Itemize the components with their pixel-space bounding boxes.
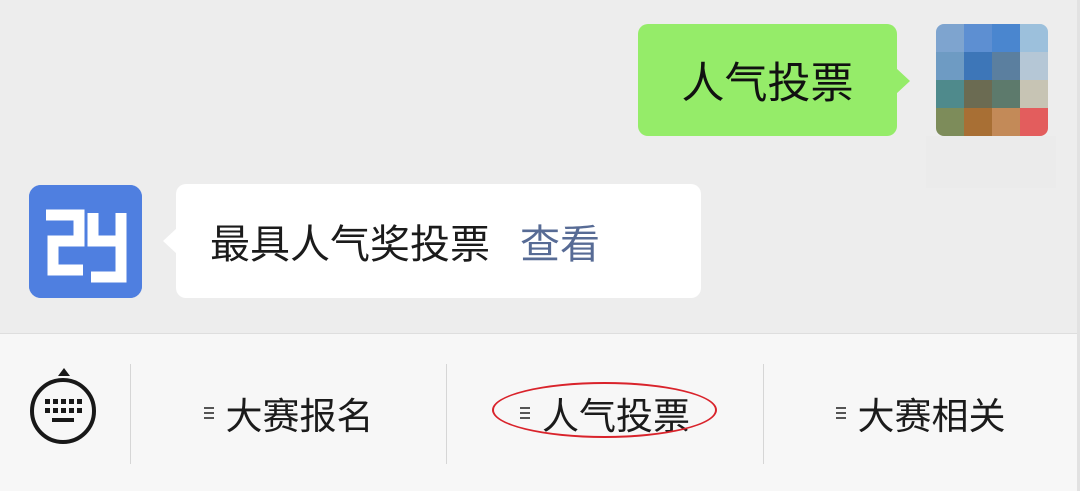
avatar-shadow bbox=[926, 136, 1056, 188]
menu-item-label: 大赛报名 bbox=[225, 395, 374, 438]
menu-item-label: 大赛相关 bbox=[857, 395, 1006, 438]
hamburger-icon bbox=[835, 407, 846, 419]
brand-logo-icon bbox=[29, 185, 142, 298]
incoming-message-text: 最具人气奖投票 bbox=[210, 222, 490, 268]
outgoing-message-bubble[interactable]: 人气投票 bbox=[638, 24, 910, 136]
keyboard-toggle-button[interactable] bbox=[30, 368, 96, 444]
menu-item-contest-info[interactable]: 大赛相关 bbox=[764, 378, 1077, 448]
hamburger-icon bbox=[203, 407, 214, 419]
bot-avatar[interactable] bbox=[29, 185, 142, 298]
highlight-circle-annotation bbox=[492, 382, 717, 438]
user-avatar[interactable] bbox=[936, 24, 1048, 136]
incoming-message-bubble: 最具人气奖投票 查看 bbox=[163, 184, 701, 298]
menu-item-registration[interactable]: 大赛报名 bbox=[131, 378, 446, 448]
caret-up-icon bbox=[58, 368, 70, 376]
keyboard-icon bbox=[45, 399, 82, 423]
outgoing-message-text: 人气投票 bbox=[681, 59, 854, 109]
chat-area: 人气投票 最具人气奖投票 查看 bbox=[0, 0, 1080, 333]
view-link[interactable]: 查看 bbox=[520, 212, 600, 270]
